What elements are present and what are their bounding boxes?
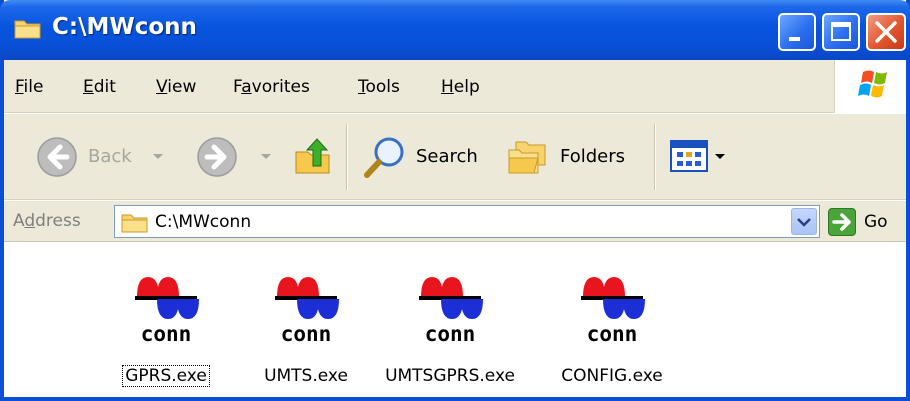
explorer-window: C:\MWconn File Edit View Favorites Tools… — [0, 0, 910, 401]
menu-tools-label: ools — [365, 77, 400, 97]
back-dropdown-icon — [153, 154, 163, 159]
menu-favorites[interactable]: Favorites — [233, 77, 310, 97]
toolbar-separator — [654, 124, 656, 190]
go-arrow-icon — [828, 208, 856, 236]
conn-app-icon: conn — [581, 277, 645, 343]
file-name: UMTSGPRS.exe — [380, 366, 520, 386]
menu-tools[interactable]: Tools — [358, 77, 400, 97]
file-name: CONFIG.exe — [542, 366, 682, 386]
conn-icon-text: conn — [281, 322, 332, 343]
conn-app-icon: conn — [419, 277, 483, 343]
search-label: Search — [416, 146, 478, 167]
up-folder-icon — [295, 138, 330, 174]
back-arrow-icon — [37, 137, 77, 177]
go-button[interactable]: Go — [826, 205, 900, 238]
address-label-rest: dress — [35, 211, 81, 231]
maximize-icon — [831, 22, 851, 41]
menu-file-accel: F — [15, 77, 24, 97]
menu-view[interactable]: View — [156, 77, 196, 97]
up-folder-button[interactable] — [289, 132, 339, 182]
window-title: C:\MWconn — [52, 14, 197, 40]
folders-icon — [508, 141, 546, 174]
folder-icon — [14, 20, 41, 39]
address-label-pre: A — [13, 211, 25, 231]
search-button[interactable]: Search — [356, 132, 494, 182]
file-item[interactable]: conn UMTSGPRS.exe — [380, 259, 520, 389]
file-name: GPRS.exe — [96, 365, 236, 387]
menu-help-accel: H — [441, 77, 454, 97]
folders-label: Folders — [560, 146, 626, 167]
file-item[interactable]: conn UMTS.exe — [236, 259, 376, 389]
back-button[interactable]: Back — [32, 132, 178, 182]
views-icon — [670, 140, 708, 172]
conn-icon-text: conn — [425, 322, 476, 343]
views-button[interactable] — [664, 132, 734, 182]
folder-icon — [121, 214, 148, 233]
title-bar[interactable]: C:\MWconn — [0, 0, 910, 60]
menu-favorites-accel: a — [241, 77, 252, 97]
address-input[interactable]: C:\MWconn — [114, 205, 820, 238]
menu-view-accel: V — [156, 77, 168, 97]
windows-flag-icon — [858, 70, 887, 98]
search-icon — [364, 137, 404, 178]
address-value: C:\MWconn — [155, 212, 252, 232]
forward-dropdown-icon — [261, 154, 271, 159]
windows-logo — [834, 60, 906, 113]
file-name-text: GPRS.exe — [122, 365, 210, 387]
menu-view-label: iew — [167, 77, 197, 97]
menu-help[interactable]: Help — [441, 77, 480, 97]
menu-edit-label: dit — [93, 77, 116, 97]
back-label: Back — [88, 146, 132, 167]
address-dropdown-button[interactable] — [791, 208, 817, 235]
address-label-accel: d — [24, 211, 36, 231]
file-item[interactable]: conn GPRS.exe — [96, 259, 236, 389]
close-icon — [875, 21, 897, 43]
forward-button[interactable] — [192, 132, 282, 182]
file-name-text: UMTS.exe — [264, 366, 348, 386]
views-dropdown-icon — [715, 154, 725, 159]
menu-file-label: ile — [23, 77, 44, 97]
menu-help-label: elp — [453, 77, 480, 97]
conn-app-icon: conn — [275, 277, 339, 343]
file-name-text: UMTSGPRS.exe — [385, 366, 515, 386]
conn-app-icon: conn — [135, 277, 199, 343]
menu-bar: File Edit View Favorites Tools Help — [4, 60, 906, 113]
menu-favorites-pre: F — [233, 77, 242, 97]
forward-arrow-icon — [197, 137, 237, 177]
minimize-icon — [789, 37, 800, 41]
chevron-down-icon — [797, 218, 811, 227]
go-label: Go — [864, 212, 888, 232]
standard-toolbar: Back Search Folders — [4, 114, 906, 200]
conn-icon-text: conn — [587, 322, 638, 343]
folders-button[interactable]: Folders — [502, 132, 640, 182]
file-list-view: conn GPRS.exe conn UMTS.exe conn UMTSGPR… — [4, 243, 906, 397]
file-name: UMTS.exe — [236, 366, 376, 386]
menu-tools-accel: T — [358, 77, 366, 97]
toolbar-separator — [346, 124, 348, 190]
file-item[interactable]: conn CONFIG.exe — [542, 259, 682, 389]
menu-favorites-label: vorites — [251, 77, 310, 97]
menu-edit[interactable]: Edit — [83, 77, 116, 97]
address-label: Address — [13, 211, 81, 231]
conn-icon-text: conn — [141, 322, 192, 343]
address-bar: Address C:\MWconn Go — [4, 201, 906, 242]
menu-edit-accel: E — [83, 77, 94, 97]
file-name-text: CONFIG.exe — [561, 366, 663, 386]
maximize-button[interactable] — [822, 13, 860, 51]
minimize-button[interactable] — [778, 13, 816, 51]
close-button[interactable] — [866, 13, 906, 51]
menu-file[interactable]: File — [15, 77, 43, 97]
